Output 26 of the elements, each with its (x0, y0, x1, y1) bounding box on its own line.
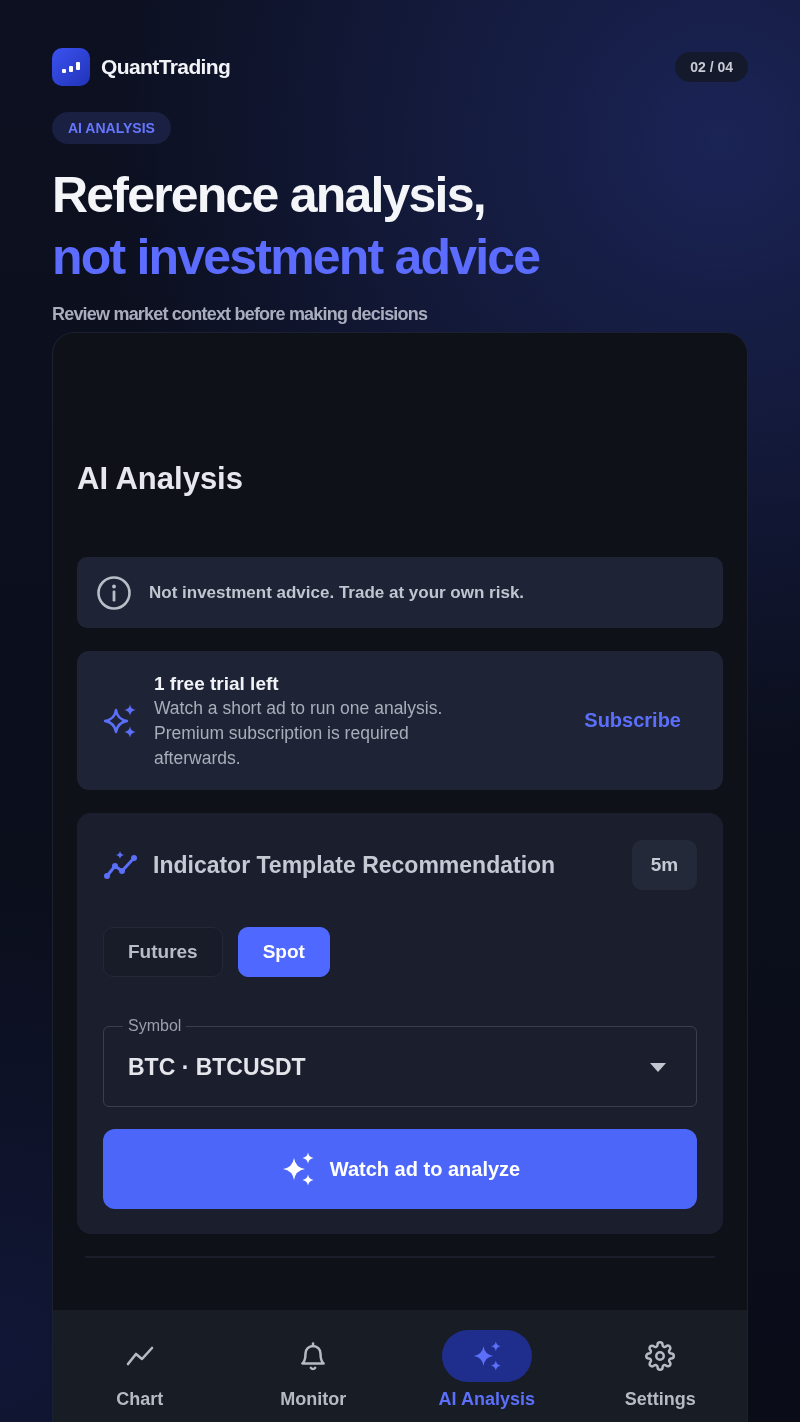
caret-down-icon (650, 1062, 666, 1072)
sparkle-icon (441, 1330, 532, 1382)
page-counter: 02 / 04 (675, 52, 748, 82)
notice-text: Not investment advice. Trade at your own risk. (149, 582, 525, 603)
info-icon (97, 575, 131, 610)
trend-line-icon (103, 850, 140, 880)
symbol-select[interactable]: Symbol BTC · BTCUSDT (103, 1016, 697, 1107)
nav-tab[interactable]: Settings (573, 1310, 747, 1422)
screen-title: AI Analysis (77, 460, 244, 498)
section-badge: AI ANALYSIS (52, 112, 171, 144)
trial-title: 1 free trial left (154, 671, 280, 696)
interval-chip[interactable]: 5m (632, 840, 697, 890)
subtitle: Review market context before making decisions (52, 303, 429, 326)
market-tab[interactable]: Futures (103, 927, 223, 977)
app-name: QuantTrading (101, 55, 231, 79)
analyze-button[interactable]: Watch ad to analyze (103, 1129, 697, 1209)
recommendation-title: Indicator Template Recommendation (153, 851, 557, 879)
headline: Reference analysis, not investment advice (52, 166, 541, 287)
subscribe-link[interactable]: Subscribe (584, 709, 681, 732)
nav-tab[interactable]: Chart (53, 1310, 227, 1422)
market-tab[interactable]: Spot (237, 927, 330, 977)
trial-description: Watch a short ad to run one analysis. Premium subscription is required afterwards. (154, 696, 444, 770)
settings-icon (645, 1341, 676, 1371)
app-logo-icon (52, 48, 90, 86)
nav-tab[interactable]: Monitor (226, 1310, 400, 1422)
nav-tab[interactable]: AI Analysis (400, 1310, 574, 1422)
